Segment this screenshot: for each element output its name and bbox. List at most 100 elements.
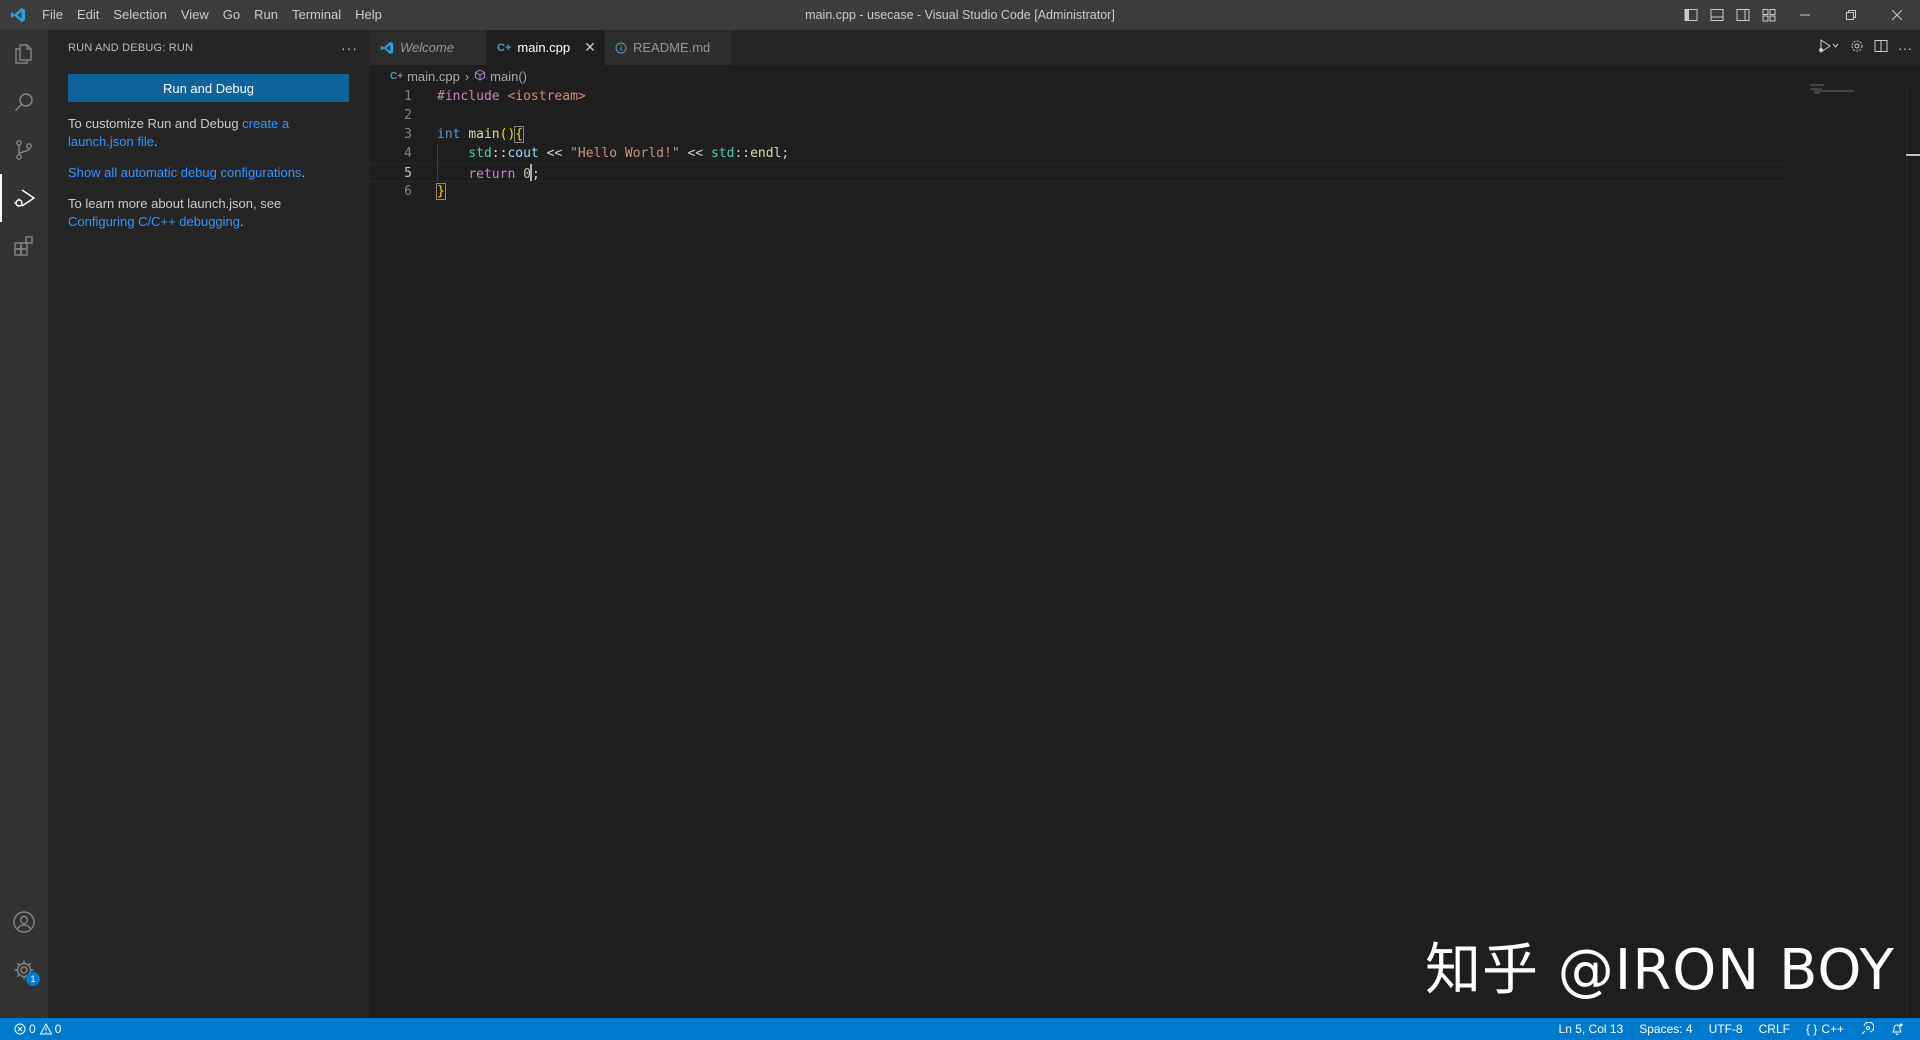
braces-icon: { } [1805,1022,1818,1036]
title-bar: File Edit Selection View Go Run Terminal… [0,0,1920,30]
toggle-primary-sidebar-icon[interactable] [1678,0,1704,30]
activity-bar: 1 [0,30,48,1018]
tab-label: README.md [633,40,711,55]
menu-bar: File Edit Selection View Go Run Terminal… [35,0,389,30]
code-text: std::cout << "Hello World!" << std::endl… [468,146,790,161]
sidebar-title: RUN AND DEBUG: RUN [68,41,194,54]
code-line: 4 std::cout << "Hello World!" << std::en… [370,144,1785,163]
menu-selection[interactable]: Selection [106,0,173,30]
menu-run[interactable]: Run [247,0,285,30]
code-text: #include <iostream> [437,89,586,104]
feedback-icon[interactable] [1852,1022,1882,1036]
manage-badge: 1 [26,972,40,986]
minimize-icon[interactable] [1782,0,1828,30]
code-editor[interactable]: 1 #include <iostream> 2 3 int main(){ 4 … [370,84,1920,1018]
tab-label: Welcome [400,40,454,55]
show-configs-paragraph: Show all automatic debug configurations. [68,164,350,182]
warning-count: 0 [54,1022,62,1036]
extensions-icon[interactable] [0,222,48,270]
error-count: 0 [29,1022,36,1036]
current-code-line: 5 return 0; [370,163,1785,182]
menu-file[interactable]: File [35,0,70,30]
run-debug-sidebar: RUN AND DEBUG: RUN ··· Run and Debug To … [48,30,370,1018]
status-bar: 0 0 Ln 5, Col 13 Spaces: 4 UTF-8 CRLF { … [0,1018,1920,1040]
source-control-icon[interactable] [0,126,48,174]
breadcrumb: C+ main.cpp › main() [370,65,1920,87]
more-actions-icon[interactable]: ··· [341,40,358,56]
tab-label: main.cpp [517,40,571,55]
cursor-position[interactable]: Ln 5, Col 13 [1551,1018,1632,1040]
split-editor-icon[interactable] [1874,39,1888,56]
vertical-scrollbar[interactable] [1906,87,1920,1018]
language-label: C++ [1821,1022,1844,1036]
code-text: } [436,183,446,200]
line-number: 1 [404,89,412,104]
menu-terminal[interactable]: Terminal [285,0,348,30]
vscode-tab-icon [380,41,394,55]
menu-edit[interactable]: Edit [70,0,106,30]
customize-text-end: . [154,134,158,149]
editor-tabs: Welcome C+ main.cpp ✕ README.md ··· [370,30,1920,65]
learn-more-end: . [240,214,244,229]
line-number: 4 [404,146,412,161]
configuring-cpp-debugging-link[interactable]: Configuring C/C++ debugging [68,214,240,229]
menu-help[interactable]: Help [348,0,389,30]
close-window-icon[interactable] [1874,0,1920,30]
notifications-bell-icon[interactable] [1882,1022,1912,1036]
show-configs-end: . [301,165,306,180]
menu-view[interactable]: View [174,0,216,30]
explorer-icon[interactable] [0,30,48,78]
customize-paragraph: To customize Run and Debug create a laun… [68,115,350,151]
line-number: 2 [404,108,412,123]
tab-main-cpp[interactable]: C+ main.cpp ✕ [487,30,605,65]
breadcrumb-file[interactable]: main.cpp [407,69,460,84]
vscode-logo-icon [0,0,35,30]
indentation[interactable]: Spaces: 4 [1631,1018,1700,1040]
problems-indicator[interactable]: 0 0 [14,1018,69,1040]
menu-go[interactable]: Go [216,0,247,30]
warning-icon [39,1023,52,1035]
run-and-debug-button[interactable]: Run and Debug [68,74,349,102]
account-icon[interactable] [0,898,48,946]
learn-more-text: To learn more about launch.json, see [68,196,282,211]
learn-more-paragraph: To learn more about launch.json, see Con… [68,195,350,231]
customize-text: To customize Run and Debug [68,116,243,131]
manage-gear-icon[interactable]: 1 [0,946,48,994]
code-line: 3 int main(){ [370,125,1785,144]
customize-layout-icon[interactable] [1756,0,1782,30]
toggle-panel-icon[interactable] [1704,0,1730,30]
code-text: return 0; [437,164,540,184]
code-text: int main(){ [437,126,525,143]
code-line: 6 } [370,182,1785,201]
settings-gear-icon[interactable] [1850,39,1864,56]
restore-icon[interactable] [1828,0,1874,30]
end-of-line[interactable]: CRLF [1751,1018,1798,1040]
run-debug-icon[interactable] [0,174,48,222]
cpp-file-icon: C+ [390,70,404,82]
tab-readme[interactable]: README.md [605,30,732,65]
cursor-position-marker [1906,154,1920,156]
toggle-secondary-sidebar-icon[interactable] [1730,0,1756,30]
code-line: 1 #include <iostream> [370,87,1785,106]
info-icon [615,42,627,54]
show-debug-configurations-link[interactable]: Show all automatic debug configurations [68,165,301,180]
close-tab-icon[interactable]: ✕ [584,39,596,56]
search-icon[interactable] [0,78,48,126]
run-file-icon[interactable] [1818,39,1840,56]
tab-welcome[interactable]: Welcome [370,30,487,65]
text-cursor [529,164,532,181]
encoding[interactable]: UTF-8 [1701,1018,1751,1040]
minimap[interactable] [1810,83,1860,97]
line-number: 6 [404,184,412,199]
code-line: 2 [370,106,1785,125]
line-number: 3 [404,127,412,142]
cpp-file-icon: C+ [497,41,512,54]
method-symbol-icon [474,68,486,84]
chevron-right-icon: › [464,68,470,84]
breadcrumb-symbol[interactable]: main() [490,69,527,84]
line-number: 5 [404,166,412,181]
error-icon [14,1023,26,1035]
language-mode[interactable]: { } C++ [1798,1018,1852,1040]
editor-more-actions-icon[interactable]: ··· [1898,40,1912,56]
watermark-text: 知乎 @IRON BOY [1425,938,1895,1003]
